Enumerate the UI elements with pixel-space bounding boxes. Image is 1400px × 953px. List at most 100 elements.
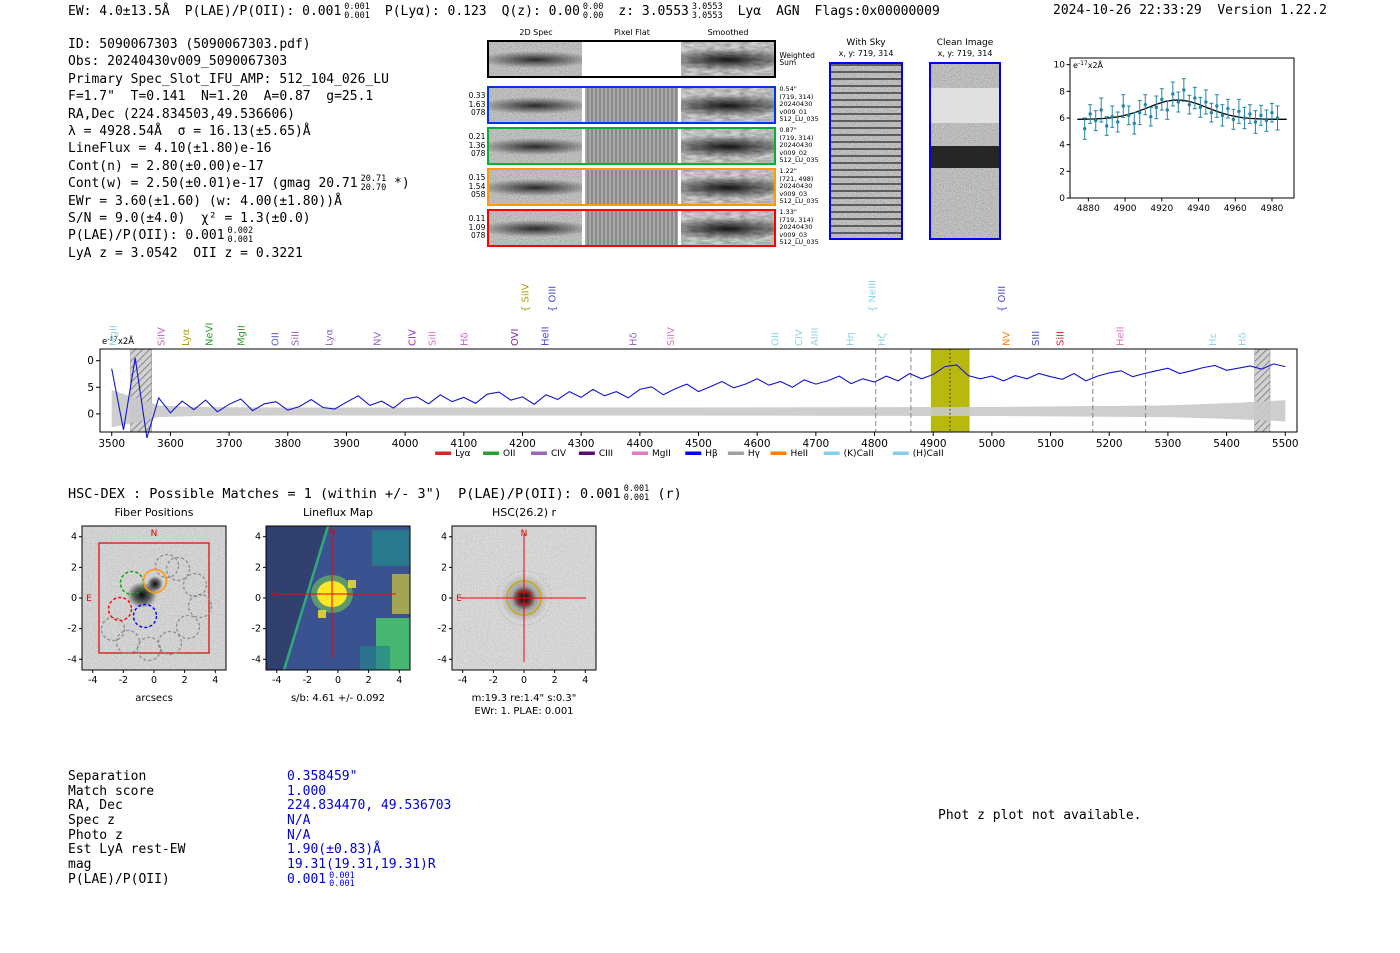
fiber-positions-plot: N E -4-4-2-2002244 xyxy=(56,522,234,688)
svg-text:4920: 4920 xyxy=(1150,204,1173,214)
spec2d-cell-strip xyxy=(487,168,776,206)
svg-text:2: 2 xyxy=(366,675,372,686)
data-point xyxy=(1177,100,1180,103)
svg-text:3800: 3800 xyxy=(274,438,301,450)
z-errors: 3.05533.0553 xyxy=(692,3,723,20)
full-spectrum-plot: 3500360037003800390040004100420043004400… xyxy=(88,262,1313,467)
north-label: N xyxy=(329,528,336,538)
svg-text:-4: -4 xyxy=(88,675,97,686)
smoothed-cell xyxy=(681,42,774,76)
data-point xyxy=(1155,106,1158,109)
text-line: F=1.7" T=0.141 N=1.20 A=0.87 g=25.1 xyxy=(68,88,410,105)
with-sky-panel: With Sky x, y: 719, 314 xyxy=(829,38,903,240)
match-field-label: Match score xyxy=(68,785,287,800)
spec2d-rows: WeightedSum0.331.630780.54"(719, 314)202… xyxy=(464,40,824,247)
emission-line-label: NV xyxy=(1001,332,1012,346)
svg-text:-4: -4 xyxy=(272,675,281,686)
text-line: λ = 4928.54Å σ = 16.13(±5.65)Å xyxy=(68,123,410,140)
fiber-weights: 0.151.54058 xyxy=(464,168,487,206)
match-value-errors: 0.0010.001 xyxy=(329,872,355,889)
match-table-row: Est LyA rest-EW1.90(±0.83)Å xyxy=(68,843,451,858)
legend-swatch xyxy=(770,452,786,456)
data-point xyxy=(1265,119,1268,122)
svg-text:-4: -4 xyxy=(252,654,261,665)
qz-label: Q(z): 0.00 xyxy=(502,4,580,19)
col-header-pixelflat: Pixel Flat xyxy=(584,28,680,40)
emission-trace xyxy=(681,129,774,163)
pixel-flat-cell xyxy=(585,170,678,204)
spectrum-line xyxy=(112,358,1286,438)
line-fit-plot: 4880490049204940496049800246810e-17x2Å xyxy=(1030,46,1306,226)
contw-post: *) xyxy=(386,176,409,191)
svg-text:4980: 4980 xyxy=(1261,204,1284,214)
match-table-row: Match score1.000 xyxy=(68,785,451,800)
match-field-label: mag xyxy=(68,858,287,873)
hsc-image-panel: HSC(26.2) r N E -4-4-2-2002244 m:19.3 re… xyxy=(426,506,604,718)
match-field-label: Separation xyxy=(68,770,287,785)
line-fit-inset: 4880490049204940496049800246810e-17x2Å xyxy=(1030,46,1306,230)
svg-text:-2: -2 xyxy=(303,675,312,686)
north-label: N xyxy=(521,529,528,539)
match-table-row: RA, Dec224.834470, 49.536703 xyxy=(68,799,451,814)
lineflux-map-panel: Lineflux Map N E -4-4-2-2002244 s/b: 4.6 xyxy=(240,506,418,705)
match-field-value: 0.0010.0010.001 xyxy=(287,872,355,889)
data-point xyxy=(1127,114,1130,117)
data-point xyxy=(1243,116,1246,119)
match-field-label: Photo z xyxy=(68,829,287,844)
sky-lines-overlay xyxy=(831,64,901,238)
hsc-image: N E xyxy=(452,526,596,670)
emission-line-label: Lyα xyxy=(181,328,192,346)
text-line: ID: 5090067303 (5090067303.pdf) xyxy=(68,36,410,53)
match-field-value: 224.834470, 49.536703 xyxy=(287,799,451,814)
svg-text:4960: 4960 xyxy=(1224,204,1247,214)
fiber-positions-panel: Fiber Positions N E -4-4-2-20 xyxy=(56,506,234,705)
clean-light-band xyxy=(931,88,999,123)
emission-trace xyxy=(489,170,582,204)
svg-text:6: 6 xyxy=(1059,114,1065,124)
data-point xyxy=(1149,115,1152,118)
data-point xyxy=(1171,92,1174,95)
emission-line-label: HeII xyxy=(1115,326,1126,346)
spec2d-cell xyxy=(489,88,582,122)
hsc-dex-text: HSC-DEX : Possible Matches = 1 (within +… xyxy=(68,486,621,502)
legend-swatch xyxy=(685,452,701,456)
col-header-smoothed: Smoothed xyxy=(680,28,776,40)
data-point xyxy=(1226,107,1229,110)
spec2d-fiber-row: 0.111.090781.33"(719, 314)20240430v009_0… xyxy=(464,209,824,247)
fiber-annotation: 1.22"(721, 498)20240430v009_03512_LU_035 xyxy=(776,168,824,206)
legend-label: (H)CaII xyxy=(913,449,944,459)
smoothed-cell xyxy=(681,170,774,204)
emission-line-label: CIV xyxy=(408,329,419,346)
fiber-annotation: 0.87"(719, 314)20240430v009_02512_LU_035 xyxy=(776,127,824,165)
svg-text:0: 0 xyxy=(255,593,261,604)
text-line: Primary Spec_Slot_IFU_AMP: 512_104_026_L… xyxy=(68,71,410,88)
svg-text:2: 2 xyxy=(441,562,447,573)
svg-text:4: 4 xyxy=(71,532,77,543)
data-point xyxy=(1111,115,1114,118)
fiber-weights: 0.331.63078 xyxy=(464,86,487,124)
text-line: S/N = 9.0(±4.0) χ² = 1.3(±0.0) xyxy=(68,210,410,227)
spec2d-cell-strip xyxy=(487,40,776,78)
svg-text:-4: -4 xyxy=(458,675,467,686)
data-point xyxy=(1188,103,1191,106)
svg-text:5100: 5100 xyxy=(1037,438,1064,450)
data-point xyxy=(1276,116,1279,119)
emission-line-label: AlIII xyxy=(810,328,821,346)
contw-pre: Cont(w) = 2.50(±0.01)e-17 (gmag 20.71 xyxy=(68,176,358,191)
svg-text:0: 0 xyxy=(88,408,94,420)
hsc-caption-photometry: m:19.3 re:1.4" s:0.3" xyxy=(426,692,604,705)
legend-label: OII xyxy=(503,449,515,459)
svg-text:-2: -2 xyxy=(68,624,77,635)
info-lines-b: EWr = 3.60(±1.60) (w: 4.00(±1.80))ÅS/N =… xyxy=(68,193,410,228)
page-root: EW: 4.0±13.5Å P(LAE)/P(OII): 0.0010.0010… xyxy=(0,0,1400,953)
spec2d-cell-strip xyxy=(487,127,776,165)
emission-line-label: Hδ xyxy=(628,332,639,346)
legend-swatch xyxy=(893,452,909,456)
fiber-annotation: WeightedSum xyxy=(776,40,824,78)
match-field-label: Est LyA rest-EW xyxy=(68,843,287,858)
north-label: N xyxy=(151,529,158,539)
emission-line-label: MgII xyxy=(108,325,119,346)
with-sky-coords: x, y: 719, 314 xyxy=(829,49,903,60)
svg-text:10: 10 xyxy=(1054,61,1066,71)
emission-line-label: Hε xyxy=(1208,333,1219,346)
